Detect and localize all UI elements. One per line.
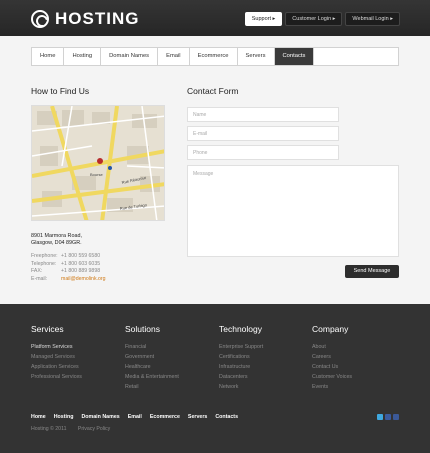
footer-heading: Technology bbox=[219, 324, 263, 334]
footer-nav: Home Hosting Domain Names Email Ecommerc… bbox=[31, 414, 238, 420]
footer-link[interactable]: Enterprise Support bbox=[219, 342, 263, 352]
footer-link[interactable]: Professional Services bbox=[31, 372, 82, 382]
footer-link[interactable]: Application Services bbox=[31, 362, 82, 372]
footer-link[interactable]: Government bbox=[125, 352, 179, 362]
nav-domain-names[interactable]: Domain Names bbox=[101, 48, 159, 65]
social-links bbox=[377, 414, 399, 420]
address-line-2: Glasgow, D04 89GR. bbox=[31, 240, 82, 246]
footer-link[interactable]: Financial bbox=[125, 342, 179, 352]
myspace-icon[interactable] bbox=[385, 414, 391, 420]
footer-heading: Solutions bbox=[125, 324, 160, 334]
top-links: Support ▸ Customer Login ▸ Webmail Login… bbox=[244, 12, 400, 26]
contact-label: E-mail: bbox=[31, 275, 48, 282]
contact-row: FAX: +1 800 889 9898 bbox=[31, 268, 105, 276]
email-link[interactable]: mail@demolink.org bbox=[61, 276, 105, 284]
brand-name: HOSTING bbox=[55, 9, 140, 28]
footer-nav-domain-names[interactable]: Domain Names bbox=[81, 414, 119, 420]
main-nav: Home Hosting Domain Names Email Ecommerc… bbox=[31, 47, 399, 66]
facebook-icon[interactable] bbox=[393, 414, 399, 420]
copyright: Hosting © 2011 Privacy Policy bbox=[31, 426, 120, 432]
address-line-1: 8901 Marmora Road, bbox=[31, 233, 82, 239]
footer-link[interactable]: Healthcare bbox=[125, 362, 179, 372]
footer-link[interactable]: Network bbox=[219, 382, 263, 392]
footer-nav-home[interactable]: Home bbox=[31, 414, 46, 420]
contact-form-title: Contact Form bbox=[187, 86, 239, 96]
find-us-title: How to Find Us bbox=[31, 86, 90, 96]
copyright-text: Hosting © 2011 bbox=[31, 426, 67, 432]
contact-label: Telephone: bbox=[31, 260, 57, 267]
nav-email[interactable]: Email bbox=[158, 48, 190, 65]
contact-value: +1 800 889 9898 bbox=[61, 268, 101, 275]
footer: Services Platform Services Managed Servi… bbox=[0, 304, 430, 453]
nav-ecommerce[interactable]: Ecommerce bbox=[190, 48, 238, 65]
footer-col-company: Company About Careers Contact Us Custome… bbox=[312, 324, 352, 392]
logo[interactable]: HOSTING bbox=[31, 9, 139, 29]
address: 8901 Marmora Road, Glasgow, D04 89GR. bbox=[31, 233, 82, 247]
logo-swirl-icon bbox=[31, 10, 49, 28]
nav-servers[interactable]: Servers bbox=[238, 48, 275, 65]
phone-field[interactable]: Phone bbox=[187, 145, 339, 160]
webmail-login-link[interactable]: Webmail Login ▸ bbox=[345, 12, 400, 26]
location-map[interactable]: Bourse Rue Réaumur Rue de Turbigo bbox=[31, 105, 165, 221]
footer-link[interactable]: Events bbox=[312, 382, 352, 392]
email-field[interactable]: E-mail bbox=[187, 126, 339, 141]
message-field[interactable]: Message bbox=[187, 165, 399, 257]
footer-link[interactable]: Media & Entertainment bbox=[125, 372, 179, 382]
footer-link[interactable]: About bbox=[312, 342, 352, 352]
contact-row: Freephone: +1 800 559 6580 bbox=[31, 253, 105, 261]
footer-col-solutions: Solutions Financial Government Healthcar… bbox=[125, 324, 179, 392]
customer-login-link[interactable]: Customer Login ▸ bbox=[285, 12, 343, 26]
footer-nav-email[interactable]: Email bbox=[128, 414, 142, 420]
footer-nav-servers[interactable]: Servers bbox=[188, 414, 207, 420]
contact-value: +1 800 603 6035 bbox=[61, 260, 101, 267]
contact-label: FAX: bbox=[31, 268, 43, 275]
footer-link[interactable]: Careers bbox=[312, 352, 352, 362]
contact-row: E-mail: mail@demolink.org bbox=[31, 276, 105, 284]
nav-home[interactable]: Home bbox=[32, 48, 65, 65]
footer-link[interactable]: Platform Services bbox=[31, 342, 82, 352]
footer-link[interactable]: Contact Us bbox=[312, 362, 352, 372]
footer-link[interactable]: Managed Services bbox=[31, 352, 82, 362]
footer-nav-hosting[interactable]: Hosting bbox=[54, 414, 74, 420]
footer-heading: Company bbox=[312, 324, 349, 334]
send-message-button[interactable]: Send Message bbox=[345, 265, 399, 278]
footer-col-services: Services Platform Services Managed Servi… bbox=[31, 324, 82, 382]
support-link[interactable]: Support ▸ bbox=[244, 12, 283, 26]
footer-nav-ecommerce[interactable]: Ecommerce bbox=[150, 414, 180, 420]
footer-heading: Services bbox=[31, 324, 64, 334]
map-label-bourse: Bourse bbox=[90, 172, 103, 177]
contact-row: Telephone: +1 800 603 6035 bbox=[31, 261, 105, 269]
contact-details: Freephone: +1 800 559 6580 Telephone: +1 8… bbox=[31, 253, 105, 283]
footer-link[interactable]: Customer Voices bbox=[312, 372, 352, 382]
footer-link[interactable]: Certifications bbox=[219, 352, 263, 362]
privacy-policy-link[interactable]: Privacy Policy bbox=[78, 426, 110, 432]
footer-link[interactable]: Retail bbox=[125, 382, 179, 392]
nav-contacts[interactable]: Contacts bbox=[274, 48, 315, 65]
contact-label: Freephone: bbox=[31, 253, 58, 259]
footer-col-technology: Technology Enterprise Support Certificat… bbox=[219, 324, 263, 392]
header: HOSTING Support ▸ Customer Login ▸ Webma… bbox=[0, 0, 430, 36]
footer-link[interactable]: Infrastructure bbox=[219, 362, 263, 372]
footer-link[interactable]: Datacenters bbox=[219, 372, 263, 382]
nav-hosting[interactable]: Hosting bbox=[64, 48, 102, 65]
footer-nav-contacts[interactable]: Contacts bbox=[215, 414, 238, 420]
map-graphic: Bourse Rue Réaumur Rue de Turbigo bbox=[32, 106, 164, 220]
name-field[interactable]: Name bbox=[187, 107, 339, 122]
contact-value: +1 800 559 6580 bbox=[61, 253, 101, 259]
twitter-icon[interactable] bbox=[377, 414, 383, 420]
